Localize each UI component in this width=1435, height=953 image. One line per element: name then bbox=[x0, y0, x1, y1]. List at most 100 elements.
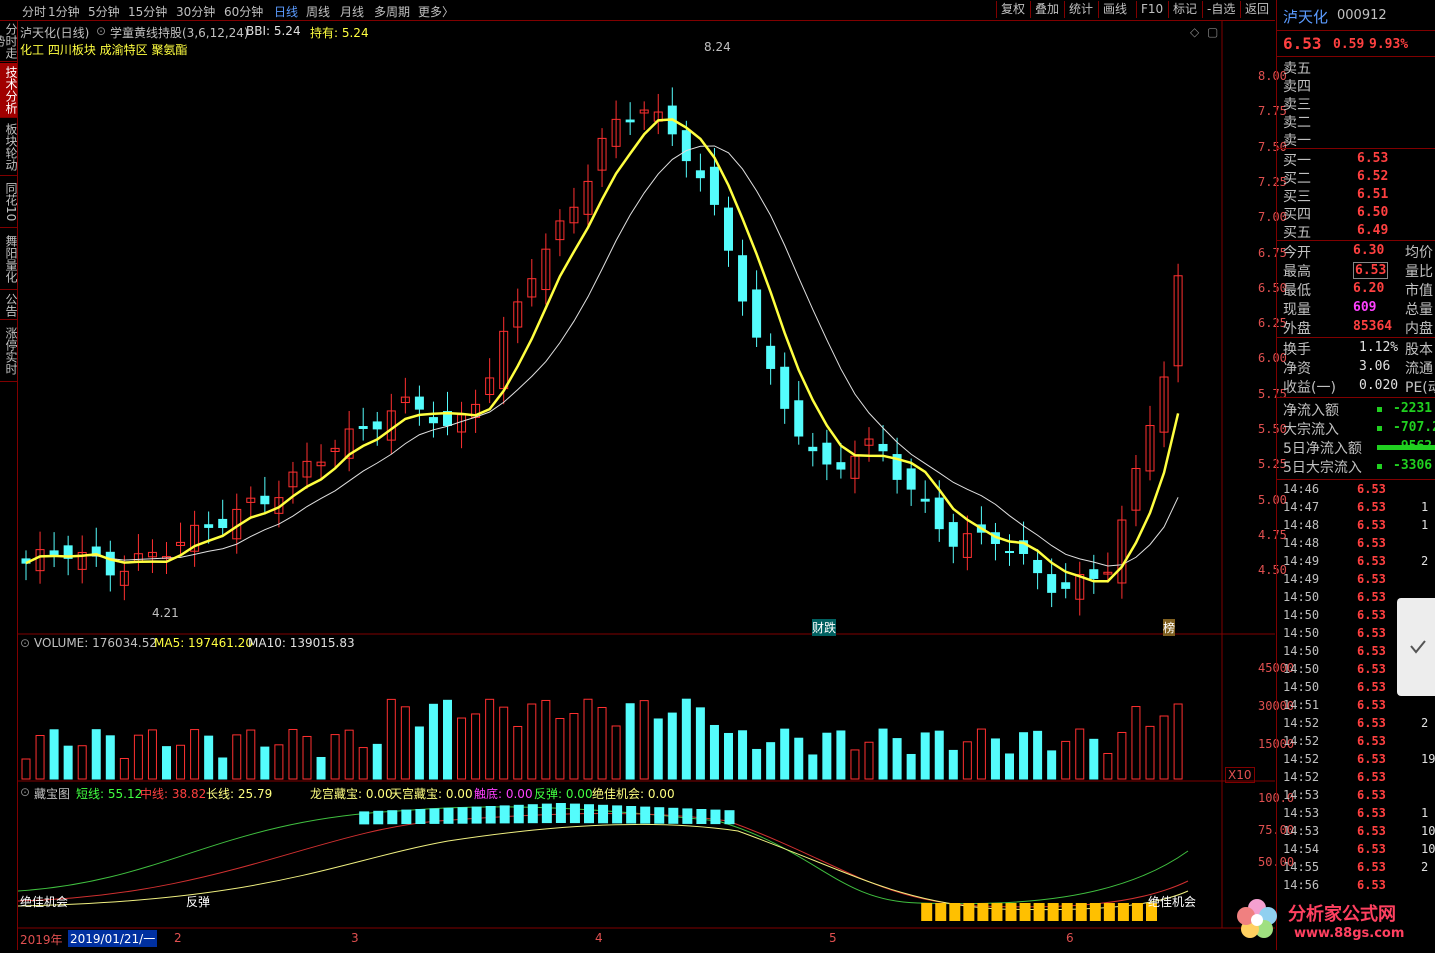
tick-volume: 1 bbox=[1421, 806, 1429, 820]
tick-time: 14:50 bbox=[1283, 590, 1320, 604]
jjjh-value: 绝佳机会: 0.00 bbox=[592, 787, 675, 801]
stat-value: 6.53 bbox=[1353, 262, 1389, 279]
tick-price: 6.53 bbox=[1357, 752, 1386, 766]
tick-price: 6.53 bbox=[1357, 662, 1386, 676]
stat-label-2: 市值 bbox=[1405, 283, 1433, 299]
tick-time: 14:49 bbox=[1283, 554, 1320, 568]
ask-1: 卖一 bbox=[1283, 133, 1311, 149]
tab-limitup[interactable]: 涨停实时 bbox=[0, 321, 18, 382]
overlay-button[interactable]: 叠加 bbox=[1030, 1, 1063, 18]
period-minute[interactable]: 分时 bbox=[22, 3, 46, 20]
stat-value: 609 bbox=[1353, 300, 1377, 315]
tab-announcement[interactable]: 公告 bbox=[0, 291, 18, 320]
period-1min[interactable]: 1分钟 bbox=[48, 3, 80, 20]
note-best-chance-left: 绝佳机会 bbox=[20, 895, 69, 909]
draw-button[interactable]: 画线 bbox=[1098, 1, 1131, 18]
period-30min[interactable]: 30分钟 bbox=[176, 3, 215, 20]
f10-button[interactable]: F10 bbox=[1136, 1, 1167, 18]
flow-value: -707.2 bbox=[1393, 420, 1435, 435]
quote-name: 泸天化 bbox=[1283, 8, 1329, 26]
period-weekly[interactable]: 周线 bbox=[306, 3, 330, 20]
tick-time: 14:56 bbox=[1283, 878, 1320, 892]
mark-button[interactable]: 标记 bbox=[1168, 1, 1201, 18]
event-list[interactable]: 榜 bbox=[1163, 619, 1176, 636]
fin-value: 1.12% bbox=[1359, 340, 1399, 355]
mid-line-value: 中线: 38.82 bbox=[140, 787, 207, 801]
quote-panel: 泸天化 000912 6.53 0.59 9.93% 卖五 卖四 卖三 卖二 卖… bbox=[1276, 0, 1435, 950]
tick-price: 6.53 bbox=[1357, 536, 1386, 550]
watchlist-button[interactable]: -自选 bbox=[1202, 1, 1239, 18]
indicator-name[interactable]: 学童黄线持股(3,6,12,24) bbox=[110, 24, 249, 41]
event-drop[interactable]: 跌 bbox=[824, 619, 837, 636]
tab-technical[interactable]: 技术分析 bbox=[0, 63, 18, 118]
flow-label: 净流入额 bbox=[1283, 403, 1339, 419]
floating-check-button[interactable] bbox=[1397, 598, 1435, 696]
tab-tonghua10[interactable]: 同花10 bbox=[0, 177, 18, 228]
diamond-icon: ◇ bbox=[1190, 25, 1200, 39]
fin-value: 0.020 bbox=[1359, 378, 1399, 393]
chart-area[interactable]: 泸天化(日线) ⊙ 学童黄线持股(3,6,12,24) BBI: 5.24 持有… bbox=[18, 21, 1294, 950]
tick-time: 14:55 bbox=[1283, 860, 1320, 874]
stats-button[interactable]: 统计 bbox=[1064, 1, 1097, 18]
month-3: 3 bbox=[351, 931, 359, 945]
tick-time: 14:50 bbox=[1283, 662, 1320, 676]
bid-price: 6.52 bbox=[1357, 169, 1389, 184]
stat-label-2: 总量 bbox=[1405, 302, 1433, 318]
flow-label: 5日大宗流入 bbox=[1283, 460, 1362, 476]
tick-price: 6.53 bbox=[1357, 716, 1386, 730]
flow-bar bbox=[1377, 464, 1382, 469]
flow-bar bbox=[1377, 407, 1382, 412]
tick-price: 6.53 bbox=[1357, 734, 1386, 748]
tab-wuyang[interactable]: 舞阳量化 bbox=[0, 229, 18, 290]
bottom-toggle-icon[interactable]: ⊙ bbox=[20, 785, 30, 799]
indicator-toggle-icon[interactable]: ⊙ bbox=[96, 24, 106, 38]
volume-toggle-icon[interactable]: ⊙ bbox=[20, 636, 30, 650]
tick-price: 6.53 bbox=[1357, 824, 1386, 838]
tab-timeshare[interactable]: 分时走势 bbox=[0, 21, 18, 62]
fuquan-button[interactable]: 复权 bbox=[996, 1, 1029, 18]
note-best-chance-right: 绝佳机会 bbox=[1148, 895, 1197, 909]
fin-label-2: 股本 bbox=[1405, 342, 1433, 358]
bid-label: 买四 bbox=[1283, 207, 1311, 223]
month-5: 5 bbox=[829, 931, 837, 945]
volume-value: VOLUME: 176034.52 bbox=[34, 636, 157, 650]
tick-price: 6.53 bbox=[1357, 806, 1386, 820]
tick-time: 14:52 bbox=[1283, 752, 1320, 766]
flow-label: 5日净流入额 bbox=[1283, 441, 1362, 457]
tick-price: 6.53 bbox=[1357, 554, 1386, 568]
period-monthly[interactable]: 月线 bbox=[340, 3, 364, 20]
ask-2: 卖二 bbox=[1283, 115, 1311, 131]
period-daily[interactable]: 日线 bbox=[274, 3, 298, 20]
tick-price: 6.53 bbox=[1357, 878, 1386, 892]
tick-time: 14:53 bbox=[1283, 824, 1320, 838]
cursor-date: 2019/01/21/一 bbox=[68, 930, 158, 947]
tick-price: 6.53 bbox=[1357, 788, 1386, 802]
period-multi[interactable]: 多周期 bbox=[374, 3, 410, 20]
period-5min[interactable]: 5分钟 bbox=[88, 3, 120, 20]
month-6: 6 bbox=[1066, 931, 1074, 945]
stat-label: 现量 bbox=[1283, 302, 1311, 318]
tick-price: 6.53 bbox=[1357, 500, 1386, 514]
period-more[interactable]: 更多〉 bbox=[418, 3, 454, 20]
period-60min[interactable]: 60分钟 bbox=[224, 3, 263, 20]
tick-volume: 19 bbox=[1421, 752, 1435, 766]
tick-price: 6.53 bbox=[1357, 590, 1386, 604]
tick-time: 14:48 bbox=[1283, 536, 1320, 550]
flow-label: 大宗流入 bbox=[1283, 422, 1339, 438]
tick-time: 14:52 bbox=[1283, 716, 1320, 730]
expand-icon[interactable]: ▢ bbox=[1207, 25, 1218, 39]
flow-bar bbox=[1377, 426, 1382, 431]
back-button[interactable]: 返回 bbox=[1240, 1, 1273, 18]
tick-time: 14:53 bbox=[1283, 806, 1320, 820]
period-15min[interactable]: 15分钟 bbox=[128, 3, 167, 20]
tab-sector[interactable]: 板块轮动 bbox=[0, 119, 18, 176]
bid-price: 6.53 bbox=[1357, 151, 1389, 166]
tick-price: 6.53 bbox=[1357, 698, 1386, 712]
tick-price: 6.53 bbox=[1357, 518, 1386, 532]
bid-price: 6.50 bbox=[1357, 205, 1389, 220]
bid-label: 买一 bbox=[1283, 153, 1311, 169]
fantan-value: 反弹: 0.00 bbox=[534, 787, 593, 801]
event-finance[interactable]: 财 bbox=[812, 619, 825, 636]
bid-label: 买三 bbox=[1283, 189, 1311, 205]
fin-label: 换手 bbox=[1283, 342, 1311, 358]
